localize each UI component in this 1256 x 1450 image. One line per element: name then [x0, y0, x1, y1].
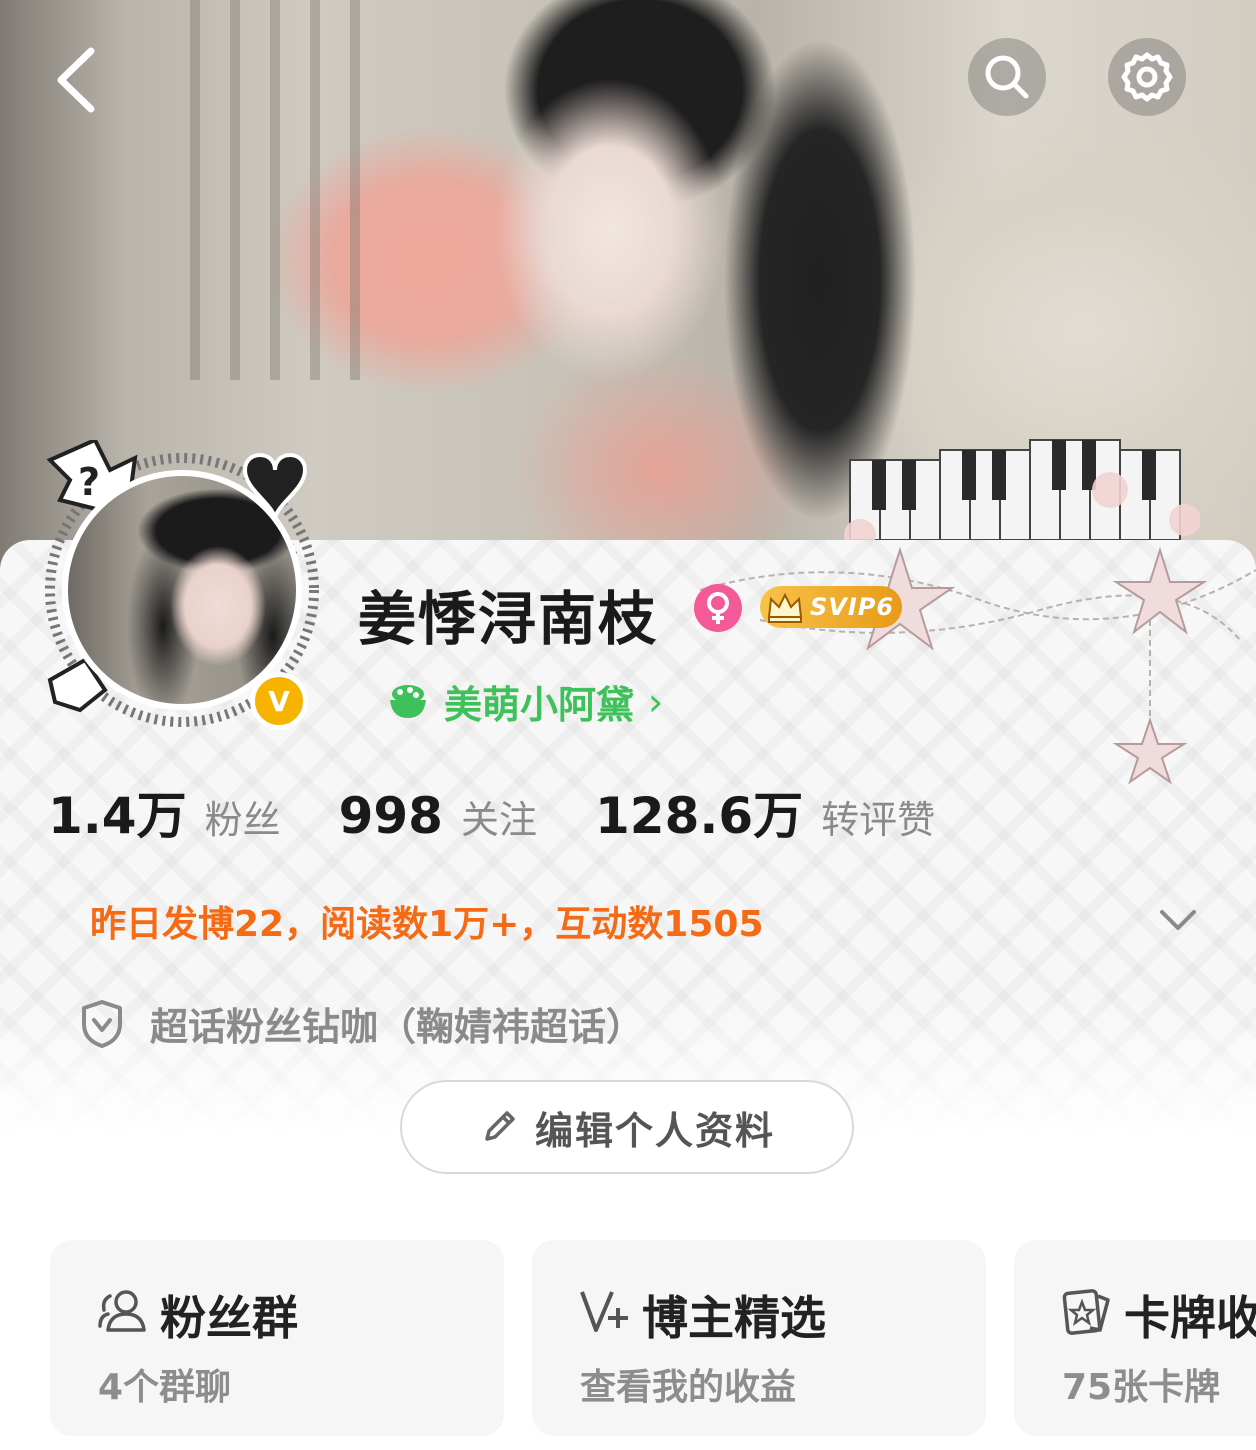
cover-detail: [190, 0, 200, 380]
super-topic-badge[interactable]: 超话粉丝钻咖（鞠婧祎超话）: [78, 996, 644, 1051]
interactions-count[interactable]: 128.6万: [595, 776, 803, 848]
group-icon: [98, 1290, 146, 1332]
back-arrow-icon: [57, 47, 95, 113]
activity-summary[interactable]: 昨日发博22，阅读数1万+，互动数1505: [50, 886, 1206, 956]
shield-icon: [82, 999, 122, 1048]
svip-label: SVIP6: [810, 593, 895, 621]
edit-profile-button[interactable]: 编辑个人资料: [400, 1080, 854, 1174]
following-count[interactable]: 998: [339, 787, 443, 845]
card-title: 粉丝群: [160, 1291, 298, 1345]
card-subtitle: 4个群聊: [98, 1367, 232, 1408]
super-topic-text: 超话粉丝钻咖（鞠婧祎超话）: [150, 1005, 645, 1049]
star-chain-decoration: [700, 546, 1256, 785]
card-collection-card[interactable]: 卡牌收藏 75张卡牌: [1014, 1240, 1256, 1436]
card-title: 博主精选: [642, 1291, 826, 1345]
edit-profile-label: 编辑个人资料: [534, 1108, 775, 1153]
card-subtitle: 75张卡牌: [1062, 1367, 1221, 1408]
svip-badge[interactable]: SVIP6: [760, 586, 902, 628]
settings-button[interactable]: [1108, 38, 1186, 116]
search-icon: [985, 55, 1029, 99]
activity-text: 昨日发博22，阅读数1万+，互动数1505: [90, 904, 764, 945]
followers-count[interactable]: 1.4万: [48, 776, 187, 848]
fan-title-text: 美萌小阿黛: [444, 683, 635, 727]
chevron-down-icon[interactable]: [1156, 900, 1200, 940]
cover-detail: [310, 0, 320, 380]
pencil-icon: [485, 1111, 515, 1141]
svg-text:?: ?: [78, 460, 100, 504]
bowl-icon: [390, 684, 426, 718]
card-icon: [1062, 1289, 1110, 1335]
interactions-label[interactable]: 转评赞: [821, 789, 935, 844]
card-title: 卡牌收藏: [1124, 1291, 1256, 1345]
stats-row: 1.4万 粉丝 998 关注 128.6万 转评赞: [48, 776, 993, 848]
female-icon: [694, 584, 742, 632]
cover-detail: [350, 0, 360, 380]
chevron-right-icon: ›: [648, 679, 664, 724]
back-button[interactable]: [40, 40, 110, 120]
fan-group-card[interactable]: 粉丝群 4个群聊: [50, 1240, 504, 1436]
search-button[interactable]: [968, 38, 1046, 116]
gear-icon: [1121, 52, 1173, 102]
cover-detail: [270, 0, 280, 380]
v-plus-icon: [580, 1291, 628, 1332]
featured-creator-card[interactable]: 博主精选 查看我的收益: [532, 1240, 986, 1436]
crown-icon: [760, 586, 810, 628]
card-subtitle: 查看我的收益: [580, 1367, 797, 1408]
verified-badge: V: [250, 672, 308, 730]
nickname: 姜悸浔南枝: [358, 585, 659, 653]
following-label[interactable]: 关注: [461, 789, 537, 844]
cover-detail: [230, 0, 240, 380]
followers-label[interactable]: 粉丝: [205, 789, 281, 844]
fan-title-link[interactable]: 美萌小阿黛 ›: [386, 674, 663, 729]
